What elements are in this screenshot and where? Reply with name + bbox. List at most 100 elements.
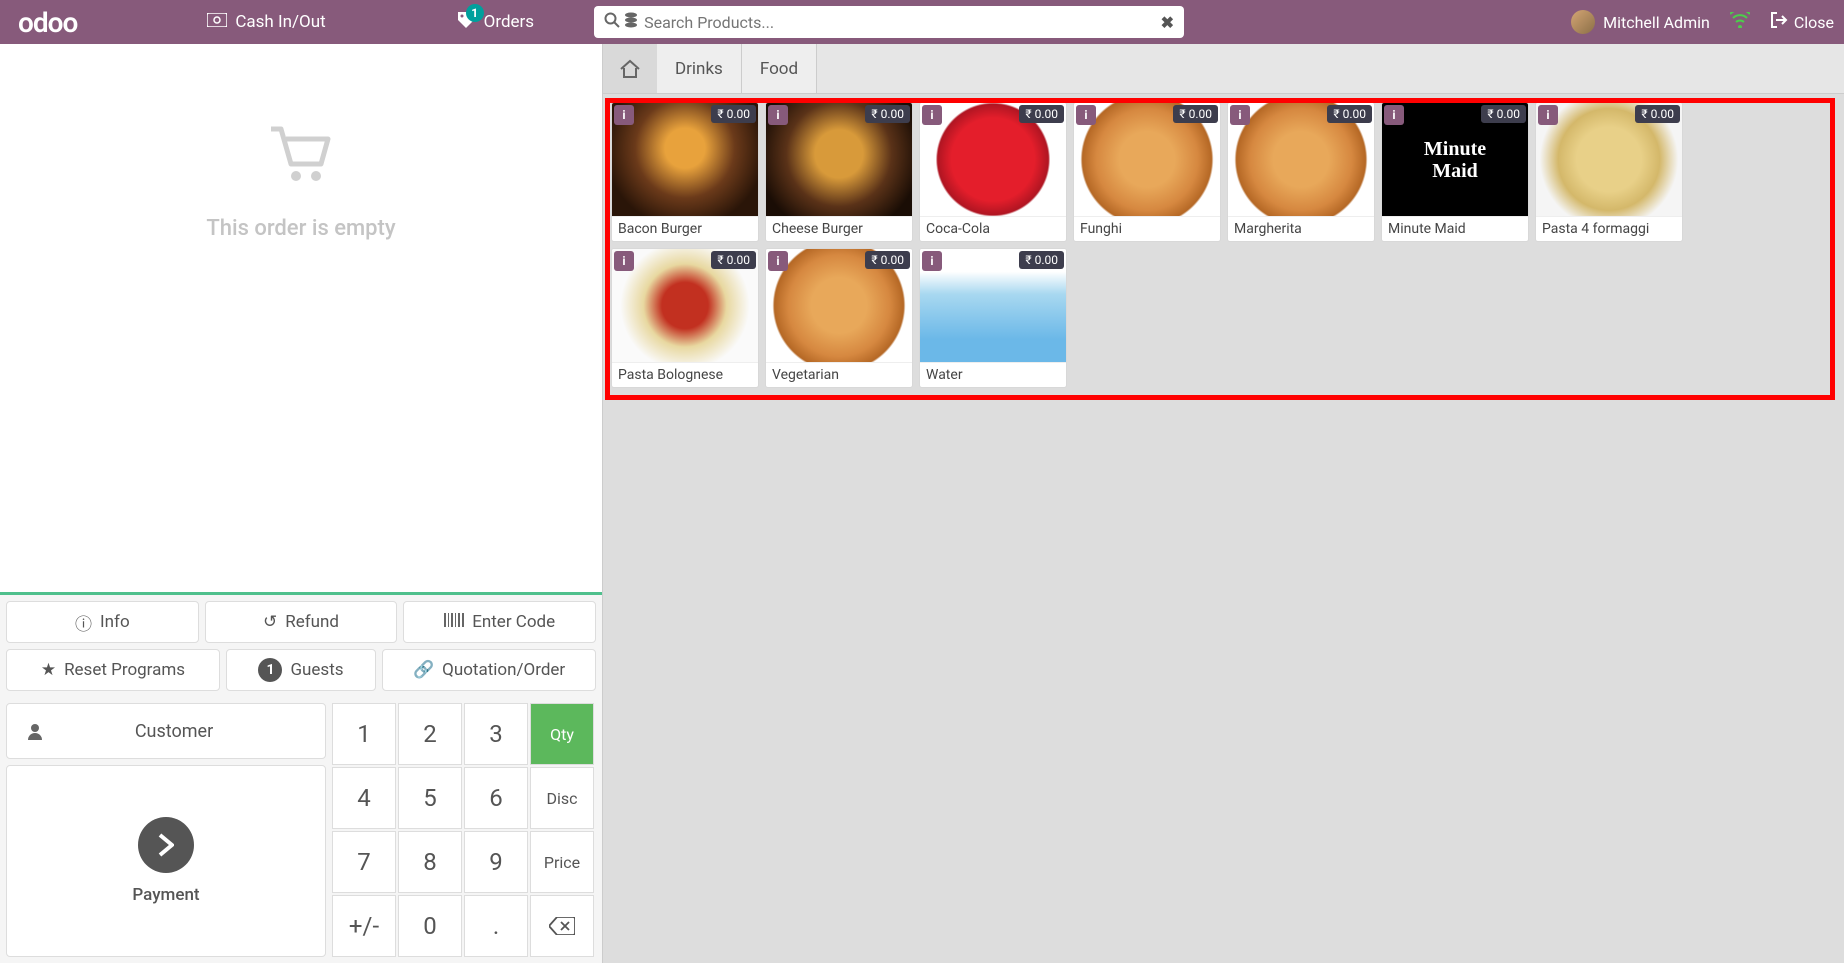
numpad-dot[interactable]: . [464,895,528,957]
info-icon[interactable]: i [1538,105,1558,125]
product-price: ₹ 0.00 [1327,105,1372,123]
product-card[interactable]: Minute Maidi₹ 0.00Minute Maid [1381,102,1529,242]
product-price: ₹ 0.00 [1019,105,1064,123]
reset-programs-button[interactable]: ★ Reset Programs [6,649,220,691]
product-price: ₹ 0.00 [1635,105,1680,123]
product-name: Bacon Burger [612,216,758,241]
cart-area: This order is empty [0,44,602,592]
search-box[interactable]: ✖ [594,6,1184,38]
info-icon[interactable]: i [1076,105,1096,125]
home-category[interactable] [603,44,657,93]
info-icon[interactable]: i [768,251,788,271]
numpad-7[interactable]: 7 [332,831,396,893]
product-name: Margherita [1228,216,1374,241]
avatar [1571,10,1595,34]
info-icon[interactable]: i [1230,105,1250,125]
right-panel: Drinks Food i₹ 0.00Bacon Burgeri₹ 0.00Ch… [603,44,1844,963]
product-name: Minute Maid [1382,216,1528,241]
orders-label: Orders [484,12,534,32]
wifi-icon [1730,12,1750,32]
info-label: Info [100,612,130,632]
product-card[interactable]: i ₹ 0.00 Margherita [1227,102,1375,242]
product-card[interactable]: i ₹ 0.00 Funghi [1073,102,1221,242]
cart-icon [266,124,336,200]
numpad-disc[interactable]: Disc [530,767,594,829]
product-card[interactable]: i ₹ 0.00 Cheese Burger [765,102,913,242]
numpad-2[interactable]: 2 [398,703,462,765]
product-name: Funghi [1074,216,1220,241]
guests-label: Guests [290,660,343,680]
info-icon[interactable]: i [768,105,788,125]
star-icon: ★ [41,660,56,680]
info-button[interactable]: ⓘ Info [6,601,199,643]
enter-code-label: Enter Code [472,612,555,632]
numpad-8[interactable]: 8 [398,831,462,893]
barcode-icon [444,612,464,632]
chevron-right-icon [138,817,194,873]
orders-button[interactable]: 1 Orders [456,10,534,35]
cash-label: Cash In/Out [235,12,325,32]
numpad-4[interactable]: 4 [332,767,396,829]
cash-icon [207,12,227,32]
numpad-5[interactable]: 5 [398,767,462,829]
product-card[interactable]: i ₹ 0.00 Coca-Cola [919,102,1067,242]
user-menu[interactable]: Mitchell Admin [1571,10,1710,34]
product-name: Pasta 4 formaggi [1536,216,1682,241]
info-icon[interactable]: i [614,251,634,271]
product-price: ₹ 0.00 [1019,251,1064,269]
empty-cart-text: This order is empty [206,216,395,241]
refund-label: Refund [285,612,339,632]
numpad-qty[interactable]: Qty [530,703,594,765]
guests-button[interactable]: 1 Guests [226,649,376,691]
refund-button[interactable]: ↺ Refund [205,601,398,643]
product-name: Pasta Bolognese [612,362,758,387]
product-price: ₹ 0.00 [1173,105,1218,123]
close-label: Close [1794,13,1834,32]
close-button[interactable]: Close [1770,11,1834,33]
category-food[interactable]: Food [742,44,817,93]
numpad-9[interactable]: 9 [464,831,528,893]
undo-icon: ↺ [263,612,277,632]
left-panel: This order is empty ⓘ Info ↺ Refund Ente… [0,44,603,963]
numpad-1[interactable]: 1 [332,703,396,765]
product-card[interactable]: i ₹ 0.00 Pasta Bolognese [611,248,759,388]
orders-badge: 1 [466,4,484,22]
product-card[interactable]: i ₹ 0.00 Pasta 4 formaggi [1535,102,1683,242]
numpad-plusminus[interactable]: +/- [332,895,396,957]
numpad-6[interactable]: 6 [464,767,528,829]
numpad-backspace[interactable] [530,895,594,957]
info-icon[interactable]: i [614,105,634,125]
product-card[interactable]: i₹ 0.00Water [919,248,1067,388]
link-icon: 🔗 [413,660,434,680]
product-card[interactable]: i₹ 0.00Bacon Burger [611,102,759,242]
quotation-button[interactable]: 🔗 Quotation/Order [382,649,596,691]
logo[interactable]: odoo [18,6,77,39]
topbar: odoo Cash In/Out 1 Orders ✖ Mitchell Adm… [0,0,1844,44]
product-name: Coca-Cola [920,216,1066,241]
product-name: Cheese Burger [766,216,912,241]
product-area: i₹ 0.00Bacon Burgeri₹ 0.00Cheese Burgeri… [603,94,1844,963]
info-icon[interactable]: i [922,251,942,271]
product-name: Vegetarian [766,362,912,387]
search-icon [604,12,620,32]
info-icon[interactable]: i [1384,105,1404,125]
payment-button[interactable]: Payment [6,765,326,957]
reset-programs-label: Reset Programs [64,660,185,680]
enter-code-button[interactable]: Enter Code [403,601,596,643]
signout-icon [1770,11,1788,33]
guests-count: 1 [258,658,282,682]
product-card[interactable]: i₹ 0.00Vegetarian [765,248,913,388]
search-input[interactable] [644,13,1161,32]
info-icon: ⓘ [75,610,92,635]
clear-search-icon[interactable]: ✖ [1161,13,1174,32]
product-price: ₹ 0.00 [865,105,910,123]
category-drinks[interactable]: Drinks [657,44,742,93]
product-price: ₹ 0.00 [711,251,756,269]
numpad-price[interactable]: Price [530,831,594,893]
info-icon[interactable]: i [922,105,942,125]
numpad-0[interactable]: 0 [398,895,462,957]
product-price: ₹ 0.00 [1481,105,1526,123]
customer-button[interactable]: Customer [6,703,326,759]
cash-in-out-button[interactable]: Cash In/Out [207,12,325,32]
numpad-3[interactable]: 3 [464,703,528,765]
